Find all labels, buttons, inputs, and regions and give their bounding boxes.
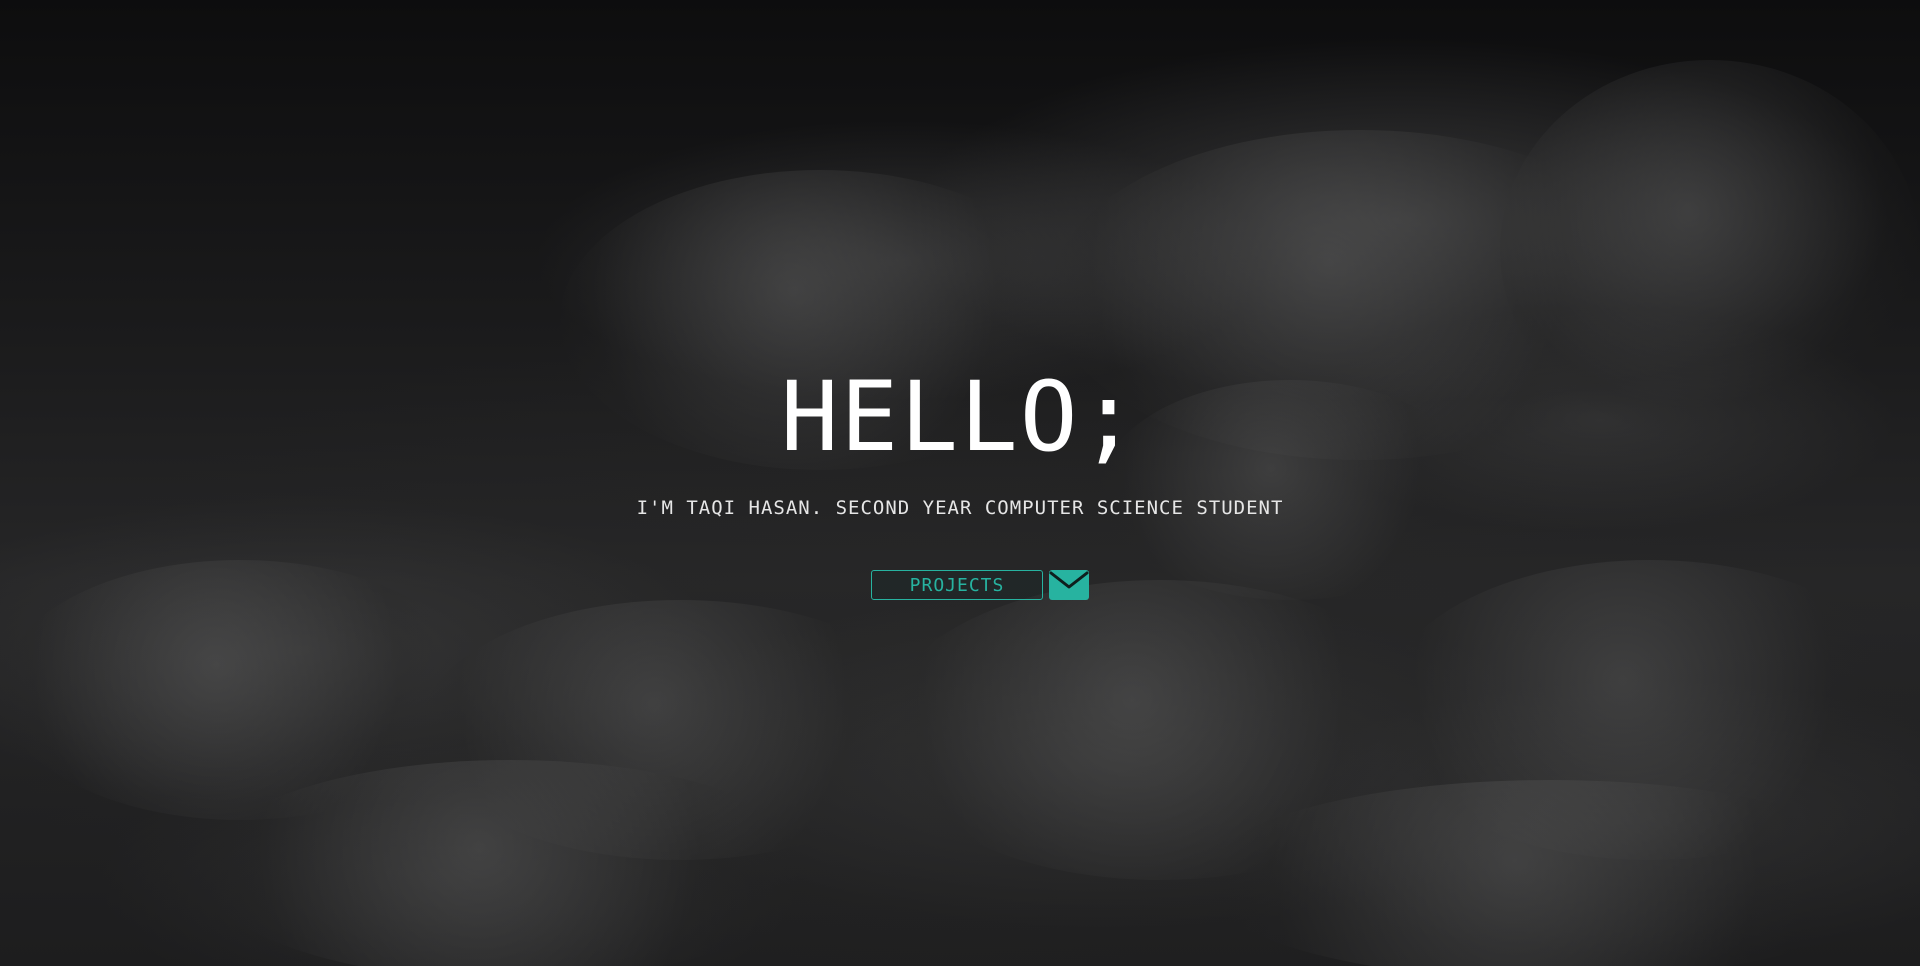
mail-link[interactable] xyxy=(1049,570,1089,600)
hero-section: HELLO; I'M TAQI HASAN. SECOND YEAR COMPU… xyxy=(0,0,1920,966)
projects-button[interactable]: PROJECTS xyxy=(871,570,1043,600)
hero-content: HELLO; I'M TAQI HASAN. SECOND YEAR COMPU… xyxy=(0,0,1920,966)
envelope-icon xyxy=(1049,570,1089,600)
hero-actions: PROJECTS xyxy=(0,570,1920,600)
hero-subtitle: I'M TAQI HASAN. SECOND YEAR COMPUTER SCI… xyxy=(636,497,1284,519)
hero-title: HELLO; xyxy=(780,361,1140,473)
